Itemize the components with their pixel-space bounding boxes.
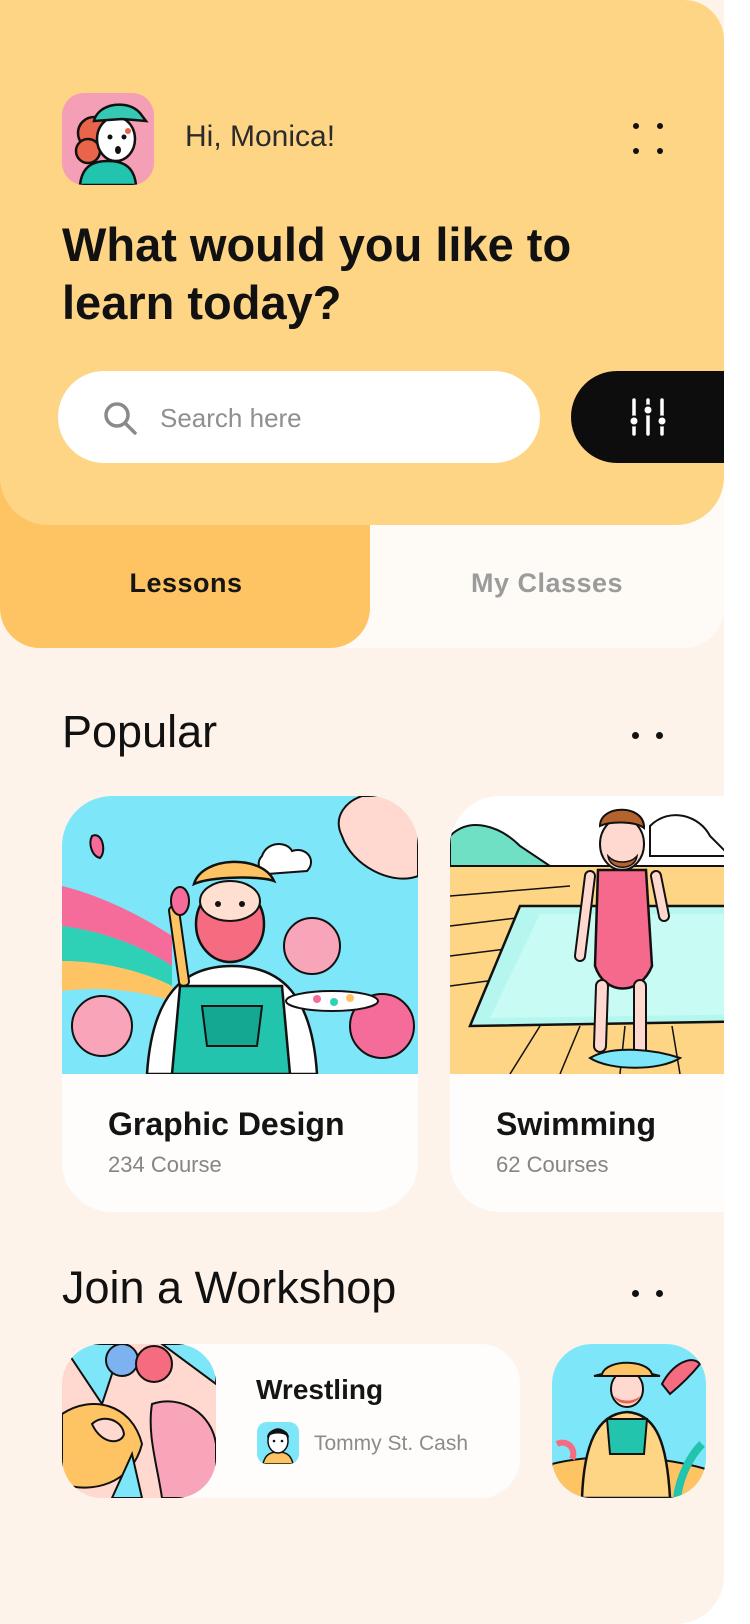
workshop-section-title: Join a Workshop xyxy=(62,1262,397,1313)
header-panel: Hi, Monica! What would you like to learn… xyxy=(0,0,724,525)
app-screen: Lessons My Classes Hi, Monica! What woul… xyxy=(0,0,724,1624)
instructor-name: Tommy St. Cash xyxy=(314,1432,469,1455)
filter-button[interactable] xyxy=(571,371,724,463)
course-card-graphic-design[interactable]: Graphic Design 234 Course xyxy=(62,796,418,1212)
instructor-avatar-illustration xyxy=(257,1422,299,1464)
workshop-more-icon[interactable] xyxy=(632,1290,666,1298)
course-title: Graphic Design xyxy=(108,1106,345,1142)
popular-section-title: Popular xyxy=(62,706,218,757)
workshop-card-wrestling[interactable]: Wrestling Tommy St. Cash xyxy=(62,1344,520,1498)
tab-my-classes[interactable]: My Classes xyxy=(370,568,724,599)
instructor-avatar xyxy=(257,1422,299,1464)
swimming-illustration xyxy=(450,796,724,1074)
search-icon xyxy=(104,402,137,435)
wrestling-illustration xyxy=(62,1344,216,1498)
course-title: Swimming xyxy=(496,1106,657,1142)
user-avatar[interactable] xyxy=(62,93,154,185)
wrestling-thumbnail xyxy=(62,1344,216,1498)
tab-lessons-label[interactable]: Lessons xyxy=(0,568,372,599)
course-count: 234 Course xyxy=(108,1152,222,1177)
page-title: What would you like to learn today? xyxy=(62,218,572,329)
popular-more-icon[interactable] xyxy=(632,732,666,740)
workshop-illustration xyxy=(552,1344,706,1498)
sliders-icon xyxy=(628,398,668,436)
course-count: 62 Courses xyxy=(496,1152,609,1177)
greeting-text: Hi, Monica! xyxy=(185,120,336,153)
menu-dots-icon[interactable] xyxy=(625,117,673,161)
search-input[interactable] xyxy=(158,397,492,439)
workshop-card-2-thumbnail[interactable] xyxy=(552,1344,706,1498)
workshop-title: Wrestling xyxy=(256,1374,384,1405)
graphic-design-illustration xyxy=(62,796,418,1074)
user-avatar-illustration xyxy=(62,93,154,185)
course-card-swimming[interactable]: Swimming 62 Courses xyxy=(450,796,724,1212)
